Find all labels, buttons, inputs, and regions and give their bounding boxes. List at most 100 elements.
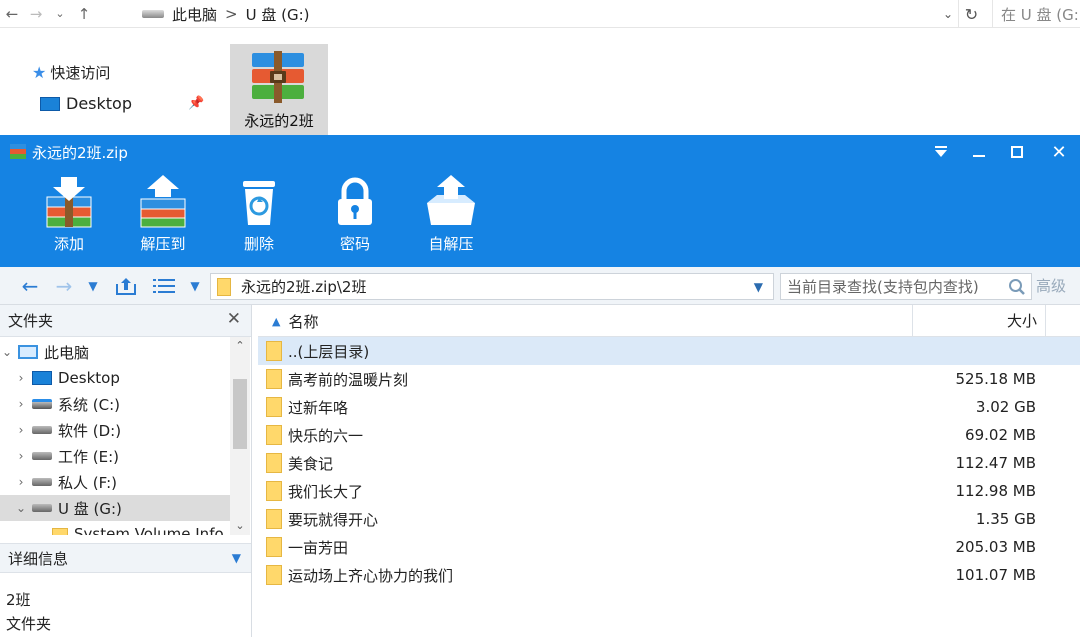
tree-item-drive-e[interactable]: › 工作 (E:) [0, 443, 230, 469]
list-item-name: 快乐的六一 [288, 426, 364, 445]
scroll-thumb[interactable] [233, 379, 247, 449]
details-header[interactable]: 详细信息 ▼ [0, 543, 251, 573]
list-item[interactable]: 快乐的六一 69.02 MB [258, 421, 1080, 449]
column-name[interactable]: ▲ 名称 [272, 311, 318, 332]
up-arrow-icon[interactable]: ↑ [72, 0, 96, 28]
list-item[interactable]: 高考前的温暖片刻 525.18 MB [258, 365, 1080, 393]
tree-item-label: 软件 (D:) [58, 421, 122, 440]
list-item[interactable]: 一亩芳田 205.03 MB [258, 533, 1080, 561]
tree-item-label: 此电脑 [44, 343, 90, 362]
nav-desktop[interactable]: Desktop [40, 94, 132, 113]
tree-item-desktop[interactable]: › Desktop [0, 365, 230, 391]
history-dropdown-icon[interactable]: ▼ [82, 267, 104, 305]
password-lock-icon [338, 177, 372, 225]
quick-access-label: 快速访问 [50, 64, 111, 82]
path-dropdown-icon[interactable]: ▼ [754, 280, 763, 294]
password-button[interactable]: 密码 [320, 175, 390, 261]
delete-label: 删除 [243, 235, 274, 253]
back-arrow-icon[interactable]: ← [0, 0, 24, 28]
list-item[interactable]: ..(上层目录) [258, 337, 1080, 365]
expand-chevron-icon[interactable]: › [14, 475, 28, 489]
list-item-size: 205.03 MB [955, 538, 1037, 556]
list-item-size: 1.35 GB [975, 510, 1036, 528]
forward-arrow-icon[interactable]: → [24, 0, 48, 28]
extract-to-button[interactable]: 解压到 [128, 175, 198, 261]
explorer-address-bar[interactable]: 此电脑 > U 盘 (G:) [138, 0, 958, 28]
delete-button[interactable]: 删除 [224, 175, 294, 261]
column-size[interactable]: 大小 [912, 305, 1046, 337]
recent-dropdown-icon[interactable]: ⌄ [48, 0, 72, 28]
sort-ascending-icon: ▲ [272, 315, 281, 328]
folder-icon [266, 509, 282, 529]
forward-arrow-icon[interactable]: → [46, 267, 82, 305]
minimize-icon[interactable] [960, 135, 998, 169]
archive-search-input[interactable]: 当前目录查找(支持包内查找) [780, 273, 1032, 300]
tree-item-system-volume[interactable]: System Volume Info [0, 521, 230, 535]
list-item[interactable]: 美食记 112.47 MB [258, 449, 1080, 477]
search-icon[interactable] [1004, 273, 1030, 300]
add-button[interactable]: 添加 [34, 175, 104, 261]
desktop-icon [32, 371, 52, 385]
view-list-icon[interactable] [146, 267, 182, 305]
explorer-search-input[interactable]: 在 U 盘 (G:) [992, 0, 1080, 28]
list-item-name: ..(上层目录) [288, 342, 370, 361]
tree-item-this-pc[interactable]: ⌄ 此电脑 [0, 339, 230, 365]
computer-icon [18, 345, 38, 359]
self-extract-button[interactable]: 自解压 [416, 175, 486, 261]
view-dropdown-icon[interactable]: ▼ [184, 267, 206, 305]
tree-item-drive-g[interactable]: ⌄ U 盘 (G:) [0, 495, 230, 521]
breadcrumb-usb-drive[interactable]: U 盘 (G:) [246, 4, 310, 25]
system-drive-icon [32, 399, 52, 409]
expand-chevron-icon[interactable]: › [14, 371, 28, 385]
path-input[interactable]: 永远的2班.zip\2班 ▼ [210, 273, 774, 300]
list-item-size: 101.07 MB [955, 566, 1037, 584]
list-item-size: 525.18 MB [955, 370, 1037, 388]
folder-icon [266, 397, 282, 417]
folder-icon [266, 565, 282, 585]
nav-quick-access[interactable]: ★ 快速访问 [32, 62, 110, 83]
details-dropdown-icon[interactable]: ▼ [232, 551, 241, 565]
selected-file-tile[interactable]: 永远的2班 [230, 44, 328, 136]
toolbar: 添加 解压到 删除 密码 自解压 [0, 169, 1080, 267]
breadcrumb-this-pc[interactable]: 此电脑 [172, 4, 217, 25]
menu-dropdown-icon[interactable] [922, 135, 960, 169]
file-list-header: ▲ 名称 大小 [258, 305, 1080, 337]
title-bar[interactable]: 永远的2班.zip ✕ [0, 135, 1080, 169]
scroll-up-icon[interactable]: ⌃ [230, 337, 250, 355]
desktop-icon [40, 96, 60, 111]
extract-to-label: 解压到 [140, 235, 186, 253]
list-item[interactable]: 要玩就得开心 1.35 GB [258, 505, 1080, 533]
list-item[interactable]: 我们长大了 112.98 MB [258, 477, 1080, 505]
tree-item-drive-d[interactable]: › 软件 (D:) [0, 417, 230, 443]
close-pane-icon[interactable]: ✕ [227, 309, 241, 329]
scroll-down-icon[interactable]: ⌄ [230, 517, 250, 535]
details-type: 文件夹 [6, 615, 52, 633]
up-folder-icon[interactable] [108, 267, 144, 305]
tree-item-label: Desktop [58, 369, 120, 387]
list-item-name: 运动场上齐心协力的我们 [288, 566, 454, 585]
path-text: 永远的2班.zip\2班 [241, 278, 367, 296]
expand-chevron-icon[interactable]: › [14, 449, 28, 463]
collapse-chevron-icon[interactable]: ⌄ [14, 501, 28, 515]
back-arrow-icon[interactable]: ← [12, 267, 48, 305]
close-icon[interactable]: ✕ [1040, 135, 1078, 169]
folder-tree-scrollbar[interactable]: ⌃ ⌄ [230, 337, 250, 535]
tree-item-drive-f[interactable]: › 私人 (F:) [0, 469, 230, 495]
list-item[interactable]: 运动场上齐心协力的我们 101.07 MB [258, 561, 1080, 589]
tree-item-drive-c[interactable]: › 系统 (C:) [0, 391, 230, 417]
list-item[interactable]: 过新年咯 3.02 GB [258, 393, 1080, 421]
maximize-icon[interactable] [998, 135, 1036, 169]
refresh-icon[interactable]: ↻ [958, 0, 984, 28]
expand-chevron-icon[interactable]: › [14, 423, 28, 437]
advanced-search-link[interactable]: 高级 [1036, 275, 1066, 296]
folder-icon [266, 425, 282, 445]
expand-chevron-icon[interactable]: › [14, 397, 28, 411]
list-item-name: 美食记 [288, 454, 334, 473]
breadcrumb-separator-icon: > [225, 5, 238, 23]
collapse-chevron-icon[interactable]: ⌄ [0, 345, 14, 359]
folder-icon [217, 277, 231, 296]
star-icon: ★ [32, 63, 47, 82]
self-extract-label: 自解压 [428, 235, 474, 253]
folder-icon [266, 369, 282, 389]
address-dropdown-icon[interactable]: ⌄ [938, 0, 958, 28]
